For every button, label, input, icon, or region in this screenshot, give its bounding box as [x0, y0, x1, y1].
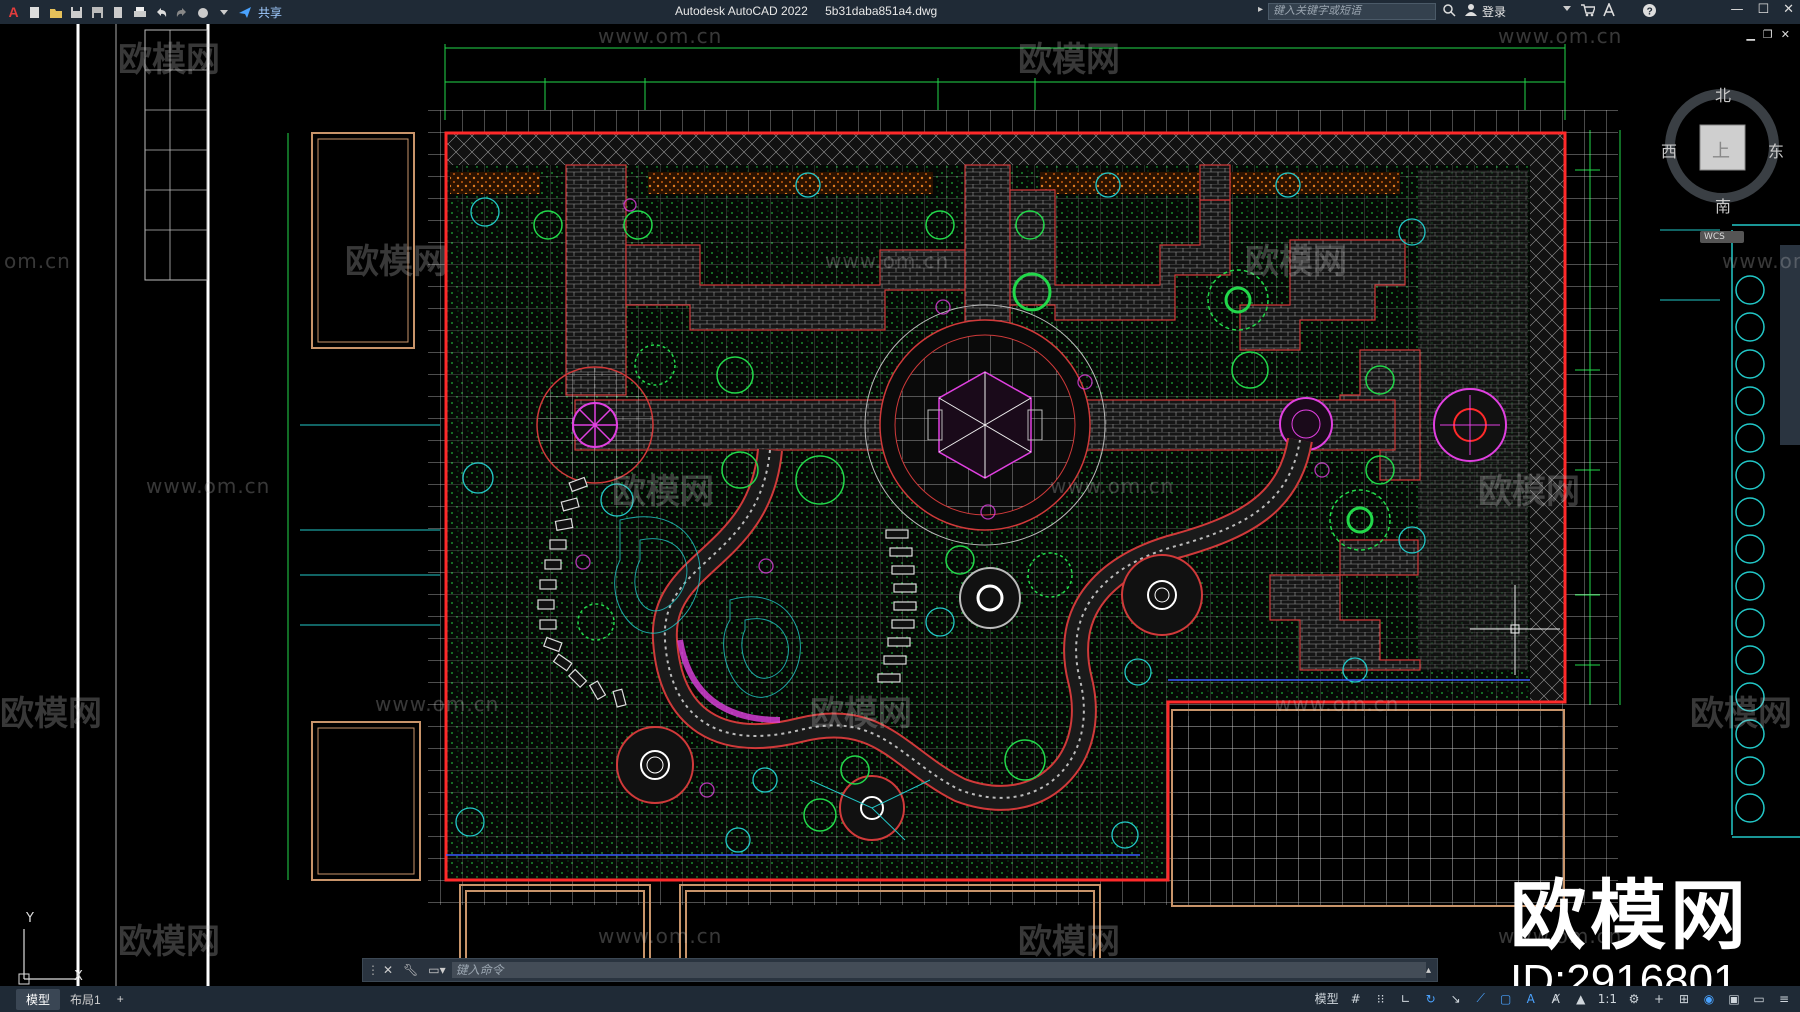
window-title: Autodesk AutoCAD 2022 5b31daba851a4.dwg	[675, 4, 937, 18]
add-layout-button[interactable]: +	[111, 990, 130, 1008]
west-label[interactable]: 西	[1661, 138, 1677, 162]
share-icon[interactable]	[237, 5, 252, 20]
cart-icon[interactable]	[1580, 3, 1595, 17]
user-icon[interactable]	[1464, 3, 1478, 17]
ucs-icon: Y X	[16, 911, 96, 993]
search-icon[interactable]	[1442, 3, 1456, 17]
share-label[interactable]: 共享	[258, 4, 282, 21]
ucs-y-label: Y	[26, 911, 34, 926]
model-space-label[interactable]: 模型	[1315, 990, 1339, 1007]
command-line[interactable]: ⋮ ✕ 🔧︎ ▭▾ 键入命令 ▴	[362, 958, 1438, 982]
wcs-label[interactable]: WCS	[1704, 232, 1725, 242]
status-tools: 模型 # ⁝⁝ ∟ ↻ ↘ ⟋ ▢ A Ⱥ ▲ 1:1 ⚙ + ⊞ ◉ ▣ ▭ …	[1315, 990, 1792, 1007]
drawing-close-icon[interactable]: ✕	[1781, 28, 1790, 41]
annotation-scale-icon[interactable]: ▲	[1573, 991, 1589, 1007]
left-building-lines	[76, 24, 210, 986]
dropdown-icon[interactable]	[216, 5, 231, 20]
tab-layout1[interactable]: 布局1	[60, 989, 111, 1010]
undo-icon[interactable]	[153, 5, 168, 20]
annotation-monitor-icon[interactable]: +	[1651, 991, 1667, 1007]
svg-text:?: ?	[1647, 7, 1653, 18]
top-face-label[interactable]: 上	[1712, 137, 1730, 163]
east-label[interactable]: 东	[1768, 138, 1784, 162]
left-round-plaza	[536, 366, 654, 484]
viewcube[interactable]: 北 南 东 西 上 WCS	[1655, 79, 1785, 254]
cmd-grip-icon[interactable]: ⋮	[367, 963, 379, 977]
cmd-close-icon[interactable]: ✕	[383, 963, 393, 977]
left-planters	[287, 132, 421, 881]
open-file-icon[interactable]	[48, 5, 63, 20]
brand-title: 欧模网	[1510, 871, 1750, 960]
plot-icon[interactable]	[132, 5, 147, 20]
isodraft-icon[interactable]: ↘	[1448, 991, 1464, 1007]
lower-right-building	[1171, 709, 1565, 907]
ucs-x-label: X	[74, 969, 83, 984]
cmd-recent-icon[interactable]: ▭▾	[428, 963, 445, 977]
brand-watermark: 欧模网 ID:2916801	[1510, 854, 1750, 1006]
drawing-restore-icon[interactable]: ❐	[1763, 28, 1773, 41]
window-controls: — ☐ ✕	[1730, 2, 1794, 17]
object-snap-tracking-icon[interactable]: ⟋	[1473, 991, 1489, 1007]
autodesk-a360-icon[interactable]	[1602, 3, 1617, 17]
isolate-objects-icon[interactable]: ◉	[1701, 991, 1717, 1007]
units-icon[interactable]: ⊞	[1676, 991, 1692, 1007]
status-bar: 模型 布局1 + 模型 # ⁝⁝ ∟ ↻ ↘ ⟋ ▢ A Ⱥ ▲ 1:1 ⚙ +…	[0, 986, 1800, 1012]
drawing-minimize-icon[interactable]: ▁	[1746, 28, 1754, 41]
cmd-settings-icon[interactable]: 🔧︎	[403, 963, 418, 977]
customization-menu-icon[interactable]: ≡	[1776, 991, 1792, 1007]
annotation-visibility-icon[interactable]: A	[1523, 991, 1539, 1007]
drawing-canvas[interactable]: 北 南 东 西 上 WCS Y X 欧模网 欧模网 欧模网 欧模网 欧模网 欧模…	[0, 24, 1800, 1005]
object-snap-icon[interactable]: ▢	[1498, 991, 1514, 1007]
vertical-scrollbar[interactable]	[1780, 245, 1800, 445]
file-name: 5b31daba851a4.dwg	[825, 4, 938, 18]
cmd-history-icon[interactable]: ▴	[1426, 965, 1431, 976]
help-icon[interactable]: ?	[1642, 3, 1657, 18]
title-bar: A 共享 Autodesk AutoCAD 2022 5b31daba851a4…	[0, 0, 1800, 24]
cad-drawing[interactable]	[0, 24, 1800, 986]
login-dropdown-icon[interactable]	[1562, 3, 1572, 13]
autocad-logo-icon[interactable]: A	[6, 4, 21, 20]
annotation-scale-value[interactable]: 1:1	[1598, 992, 1617, 1006]
login-label[interactable]: 登录	[1482, 3, 1506, 20]
save-as-icon[interactable]	[90, 5, 105, 20]
grid-icon[interactable]: #	[1348, 991, 1364, 1007]
app-name: Autodesk AutoCAD 2022	[675, 4, 808, 18]
close-icon[interactable]: ✕	[1783, 2, 1794, 17]
publish-icon[interactable]	[111, 5, 126, 20]
clean-screen-icon[interactable]: ▭	[1751, 991, 1767, 1007]
redo-icon[interactable]	[174, 5, 189, 20]
hardware-acceleration-icon[interactable]: ▣	[1726, 991, 1742, 1007]
north-label[interactable]: 北	[1715, 82, 1731, 106]
minimize-icon[interactable]: —	[1730, 2, 1743, 17]
south-label[interactable]: 南	[1715, 193, 1731, 217]
drawing-window-controls: ▁ ❐ ✕	[1746, 28, 1790, 41]
workspace-icon[interactable]	[195, 5, 210, 20]
search-input[interactable]: 键入关键字或短语	[1268, 3, 1436, 20]
new-file-icon[interactable]	[27, 5, 42, 20]
annotation-autoscale-icon[interactable]: Ⱥ	[1548, 991, 1564, 1007]
command-input[interactable]: 键入命令	[451, 962, 1426, 978]
chevron-right-icon[interactable]: ▸	[1258, 4, 1263, 15]
polar-icon[interactable]: ↻	[1423, 991, 1439, 1007]
maximize-icon[interactable]: ☐	[1757, 2, 1769, 17]
save-icon[interactable]	[69, 5, 84, 20]
quick-access-toolbar: A 共享	[0, 4, 282, 21]
tab-model[interactable]: 模型	[16, 988, 61, 1010]
ortho-icon[interactable]: ∟	[1398, 991, 1414, 1007]
workspace-gear-icon[interactable]: ⚙	[1626, 991, 1642, 1007]
snap-icon[interactable]: ⁝⁝	[1373, 991, 1389, 1007]
